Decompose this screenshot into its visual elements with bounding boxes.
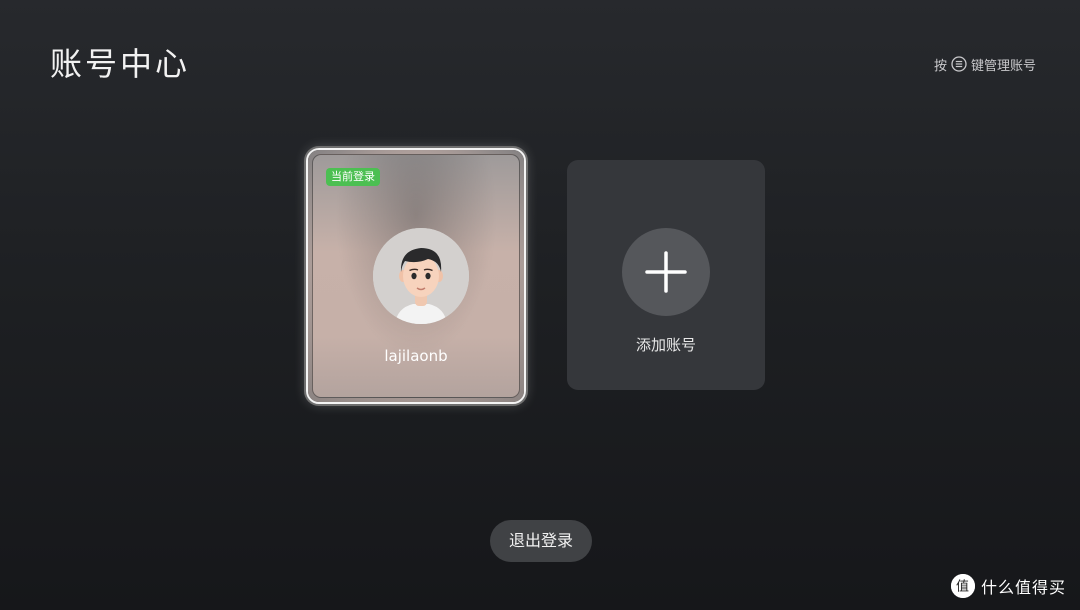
account-username: lajilaonb bbox=[384, 347, 448, 365]
add-account-card[interactable]: 添加账号 bbox=[567, 160, 765, 390]
menu-key-icon bbox=[951, 56, 967, 72]
page-title: 账号中心 bbox=[50, 45, 191, 83]
plus-icon bbox=[645, 251, 687, 293]
cartoon-avatar-icon bbox=[373, 228, 469, 324]
logout-button[interactable]: 退出登录 bbox=[490, 520, 592, 562]
watermark: 值 什么值得买 bbox=[950, 574, 1066, 598]
manage-hint: 按 键管理账号 bbox=[934, 54, 1036, 74]
add-account-label: 添加账号 bbox=[635, 336, 696, 354]
watermark-logo-icon: 值 bbox=[950, 574, 975, 598]
current-login-badge: 当前登录 bbox=[326, 168, 380, 186]
add-button-circle bbox=[622, 228, 710, 316]
watermark-text: 什么值得买 bbox=[980, 578, 1066, 597]
card-inner: 当前登录 lajilaonb bbox=[312, 154, 520, 398]
hint-suffix: 键管理账号 bbox=[970, 58, 1036, 74]
hint-prefix: 按 bbox=[933, 58, 947, 74]
svg-text:值: 值 bbox=[956, 579, 970, 595]
current-account-card[interactable]: 当前登录 lajilaonb bbox=[306, 148, 526, 404]
